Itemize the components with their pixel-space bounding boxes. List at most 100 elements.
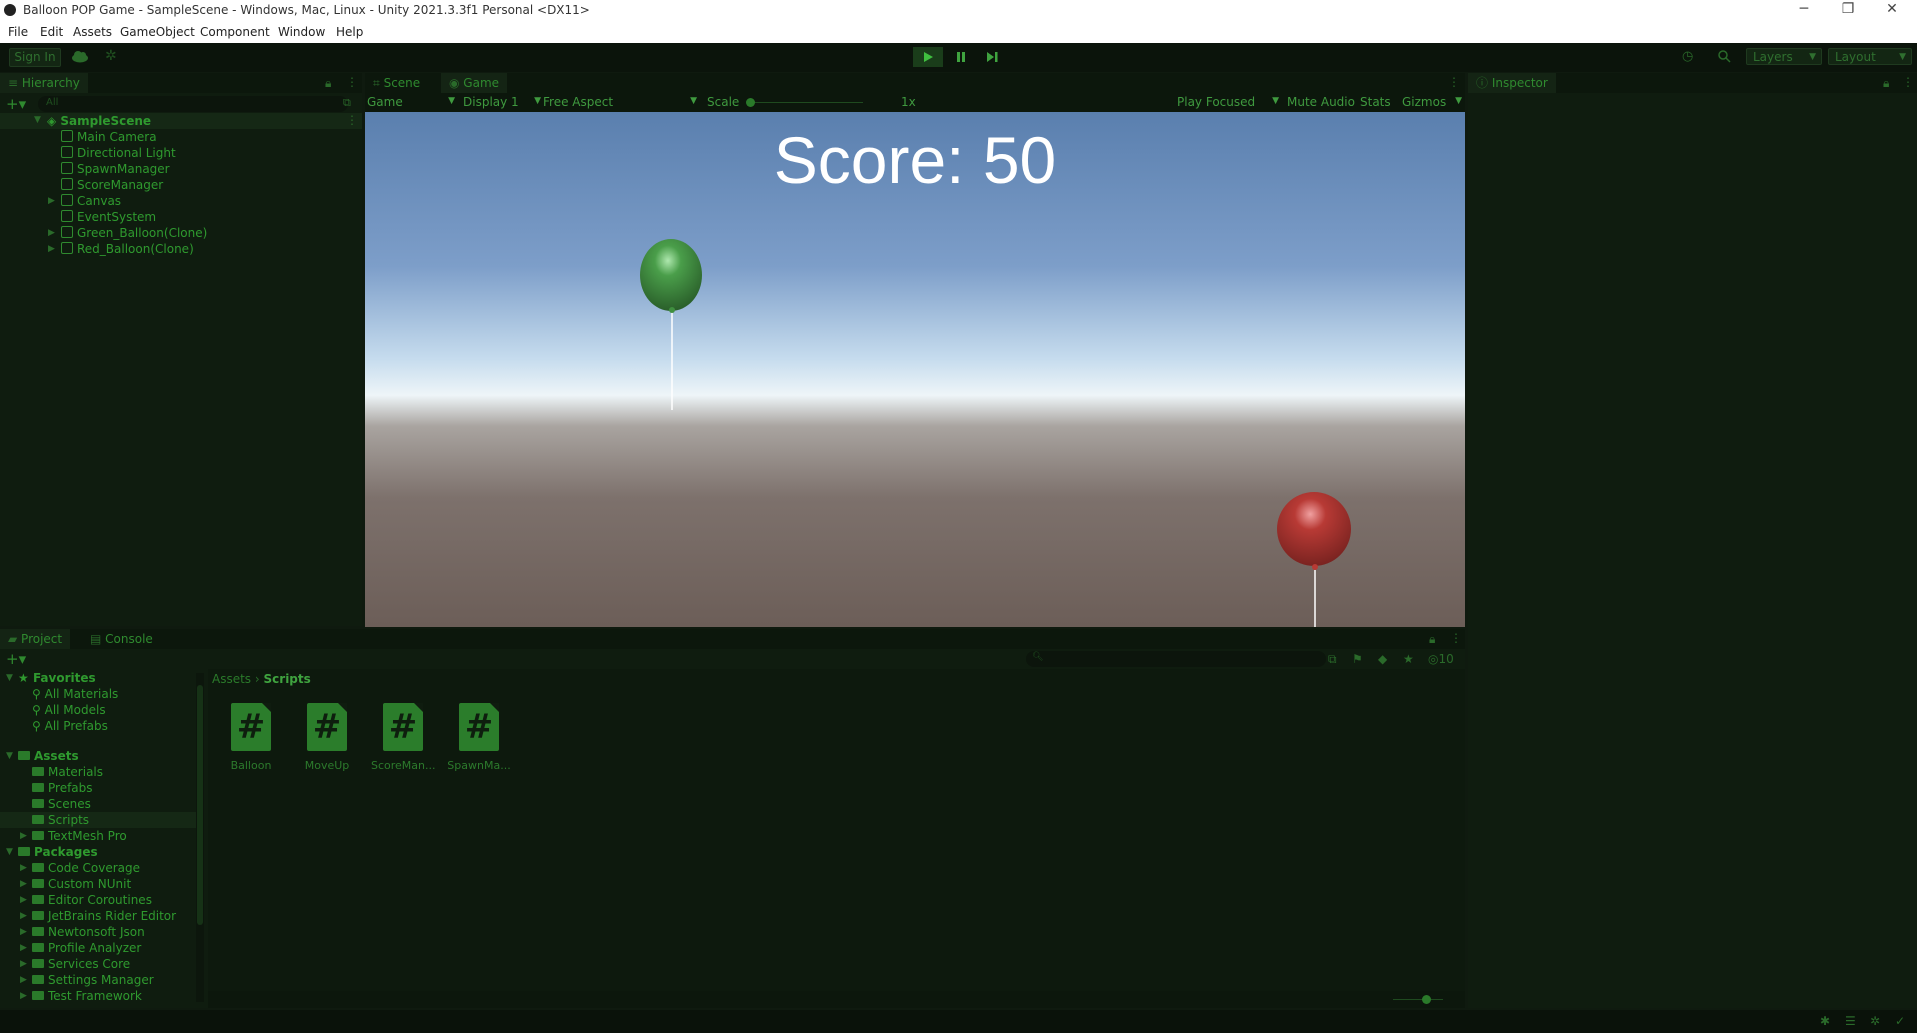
menu-assets[interactable]: Assets bbox=[73, 25, 112, 39]
expand-arrow-icon[interactable]: ▶ bbox=[20, 943, 27, 953]
package-test-framework[interactable]: Test Framework bbox=[32, 989, 142, 1003]
expand-arrow-icon[interactable]: ▶ bbox=[20, 991, 27, 1001]
search-by-type-icon[interactable]: ⧉ bbox=[1328, 652, 1337, 667]
expand-arrow-icon[interactable]: ▶ bbox=[20, 927, 27, 937]
step-button[interactable] bbox=[977, 47, 1007, 67]
hierarchy-item-eventsystem[interactable]: EventSystem bbox=[61, 210, 156, 224]
expand-arrow-icon[interactable]: ▶ bbox=[20, 911, 27, 921]
display-dropdown[interactable]: Display 1 ▼ bbox=[463, 95, 541, 109]
hierarchy-item-canvas[interactable]: Canvas bbox=[61, 194, 121, 208]
lock-icon[interactable]: 🔒︎ bbox=[1883, 76, 1889, 91]
hierarchy-item-green-balloon[interactable]: Green_Balloon(Clone) bbox=[61, 226, 207, 240]
expand-arrow-icon[interactable]: ▼ bbox=[6, 673, 13, 683]
game-viewport[interactable]: Score: 50 bbox=[365, 112, 1465, 627]
breadcrumb-assets[interactable]: Assets bbox=[212, 672, 251, 686]
cloud-icon[interactable] bbox=[70, 49, 90, 63]
sign-in-button[interactable]: Sign In bbox=[9, 48, 61, 67]
lock-icon[interactable]: 🔒︎ bbox=[1429, 632, 1435, 647]
close-button[interactable]: ✕ bbox=[1874, 1, 1910, 17]
history-icon[interactable]: ◷ bbox=[1682, 49, 1700, 65]
tab-inspector[interactable]: ⓘ Inspector bbox=[1468, 73, 1556, 93]
scene-row[interactable]: ▼ ◈ SampleScene ⋮ bbox=[0, 113, 362, 129]
favorite-all-prefabs[interactable]: ⚲ All Prefabs bbox=[32, 719, 108, 733]
expand-arrow-icon[interactable]: ▼ bbox=[6, 847, 13, 857]
expand-arrow-icon[interactable]: ▶ bbox=[48, 196, 55, 206]
package-code-coverage[interactable]: Code Coverage bbox=[32, 861, 140, 875]
layout-dropdown[interactable]: Layout ▼ bbox=[1828, 48, 1912, 65]
favorite-all-materials[interactable]: ⚲ All Materials bbox=[32, 687, 118, 701]
kebab-menu-icon[interactable]: ⋮ bbox=[346, 75, 358, 89]
favorites-header[interactable]: ★ Favorites bbox=[18, 671, 96, 685]
green-balloon[interactable] bbox=[640, 239, 702, 410]
filter-by-label-icon[interactable]: ⚑ bbox=[1352, 652, 1363, 666]
package-services-core[interactable]: Services Core bbox=[32, 957, 130, 971]
expand-arrow-icon[interactable]: ▶ bbox=[48, 228, 55, 238]
tab-game[interactable]: ◉ Game bbox=[441, 73, 508, 93]
search-icon[interactable] bbox=[1717, 49, 1735, 65]
tab-hierarchy[interactable]: ≡ Hierarchy bbox=[0, 73, 88, 93]
scrollbar-thumb[interactable] bbox=[197, 685, 203, 925]
tab-project[interactable]: ▰ Project bbox=[0, 629, 71, 649]
game-mode-dropdown[interactable]: Game ▼ bbox=[367, 95, 455, 109]
project-search-input[interactable]: 🔍︎ bbox=[1026, 651, 1326, 667]
mute-audio-toggle[interactable]: Mute Audio bbox=[1287, 95, 1355, 109]
folder-tree-scrollbar[interactable] bbox=[196, 673, 204, 1002]
menu-file[interactable]: File bbox=[8, 25, 28, 39]
expand-arrow-icon[interactable]: ▶ bbox=[20, 863, 27, 873]
collab-icon[interactable]: ✲ bbox=[105, 48, 121, 64]
hierarchy-search-input[interactable]: All bbox=[38, 96, 348, 112]
favorite-star-icon[interactable]: ★ bbox=[1403, 652, 1414, 666]
debug-icon[interactable]: ✲ bbox=[1870, 1014, 1880, 1028]
add-object-button[interactable]: +▾ bbox=[6, 95, 26, 113]
stats-toggle[interactable]: Stats bbox=[1360, 95, 1391, 109]
scale-slider-handle[interactable] bbox=[746, 98, 755, 107]
expand-arrow-icon[interactable]: ▶ bbox=[20, 975, 27, 985]
folder-textmesh-pro[interactable]: TextMesh Pro bbox=[32, 829, 127, 843]
icon-size-slider[interactable] bbox=[1393, 999, 1443, 1000]
menu-gameobject[interactable]: GameObject bbox=[120, 25, 195, 39]
tab-scene[interactable]: ⌗ Scene bbox=[365, 73, 428, 93]
red-balloon[interactable] bbox=[1277, 492, 1351, 627]
menu-edit[interactable]: Edit bbox=[40, 25, 63, 39]
kebab-menu-icon[interactable]: ⋮ bbox=[1450, 631, 1462, 645]
play-button[interactable] bbox=[913, 47, 943, 67]
kebab-menu-icon[interactable]: ⋮ bbox=[1902, 75, 1914, 89]
menu-help[interactable]: Help bbox=[336, 25, 363, 39]
layers-dropdown[interactable]: Layers ▼ bbox=[1746, 48, 1822, 65]
maximize-button[interactable]: ❐ bbox=[1830, 1, 1866, 17]
tag-icon[interactable]: ◆ bbox=[1378, 652, 1387, 666]
create-asset-button[interactable]: +▾ bbox=[6, 650, 26, 668]
stack-icon[interactable]: ☰ bbox=[1845, 1014, 1856, 1028]
hierarchy-item-scoremanager[interactable]: ScoreManager bbox=[61, 178, 163, 192]
kebab-menu-icon[interactable]: ⋮ bbox=[1448, 75, 1460, 89]
hierarchy-item-directional-light[interactable]: Directional Light bbox=[61, 146, 176, 160]
folder-scenes[interactable]: Scenes bbox=[32, 797, 91, 811]
expand-arrow-icon[interactable]: ▶ bbox=[20, 895, 27, 905]
package-profile-analyzer[interactable]: Profile Analyzer bbox=[32, 941, 141, 955]
lock-icon[interactable]: 🔒︎ bbox=[325, 76, 331, 91]
icon-size-slider-handle[interactable] bbox=[1422, 995, 1431, 1004]
breadcrumb-scripts[interactable]: Scripts bbox=[264, 672, 311, 686]
hierarchy-item-main-camera[interactable]: Main Camera bbox=[61, 130, 157, 144]
aspect-dropdown[interactable]: Free Aspect ▼ bbox=[543, 95, 697, 109]
package-settings-manager[interactable]: Settings Manager bbox=[32, 973, 154, 987]
expand-arrow-icon[interactable]: ▶ bbox=[20, 879, 27, 889]
favorite-all-models[interactable]: ⚲ All Models bbox=[32, 703, 106, 717]
folder-materials[interactable]: Materials bbox=[32, 765, 103, 779]
assets-header[interactable]: Assets bbox=[18, 749, 79, 763]
tab-console[interactable]: ▤ Console bbox=[82, 629, 161, 649]
hierarchy-item-red-balloon[interactable]: Red_Balloon(Clone) bbox=[61, 242, 194, 256]
package-jetbrains-rider-editor[interactable]: JetBrains Rider Editor bbox=[32, 909, 176, 923]
check-icon[interactable]: ✓ bbox=[1895, 1014, 1905, 1028]
menu-window[interactable]: Window bbox=[278, 25, 325, 39]
scene-search-icon[interactable]: ⧉ bbox=[343, 96, 351, 110]
expand-arrow-icon[interactable]: ▶ bbox=[20, 959, 27, 969]
folder-prefabs[interactable]: Prefabs bbox=[32, 781, 93, 795]
hierarchy-item-spawnmanager[interactable]: SpawnManager bbox=[61, 162, 170, 176]
package-newtonsoft-json[interactable]: Newtonsoft Json bbox=[32, 925, 145, 939]
folder-scripts[interactable]: Scripts bbox=[32, 813, 89, 827]
bug-icon[interactable]: ✱ bbox=[1820, 1014, 1830, 1028]
packages-header[interactable]: Packages bbox=[18, 845, 98, 859]
pause-button[interactable] bbox=[946, 47, 976, 67]
kebab-menu-icon[interactable]: ⋮ bbox=[346, 113, 358, 127]
